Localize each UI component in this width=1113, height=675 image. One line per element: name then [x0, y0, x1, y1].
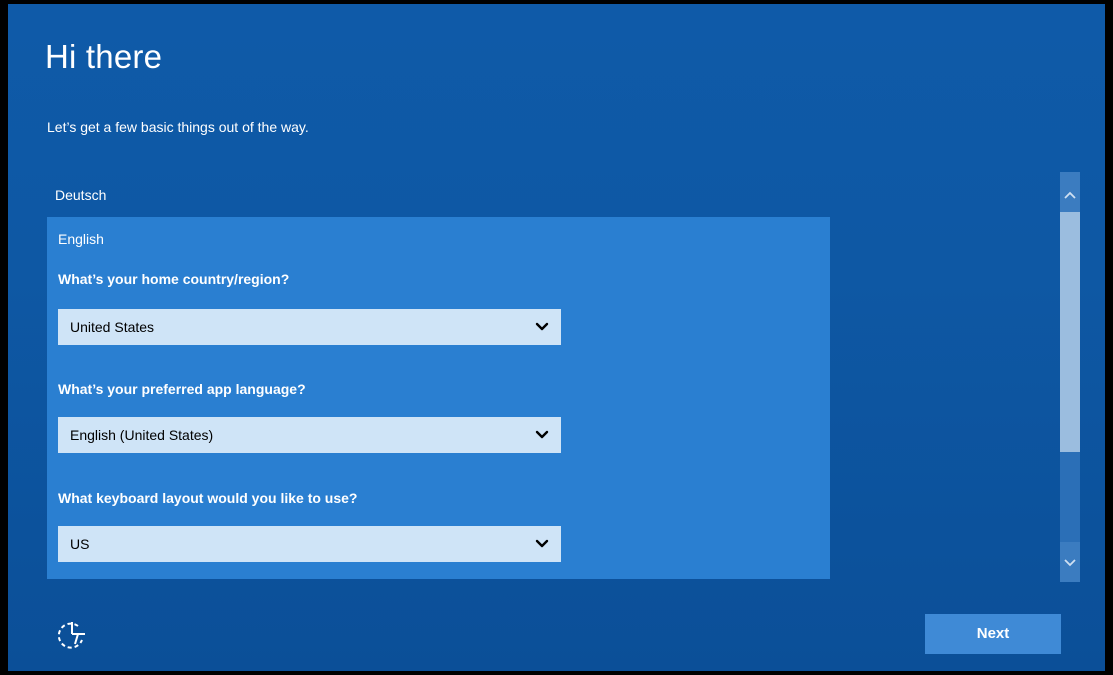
language-item-english-selected[interactable]: English What’s your home country/region?… — [47, 217, 830, 579]
window-frame: Hi there Let’s get a few basic things ou… — [0, 0, 1113, 675]
app-language-question: What’s your preferred app language? — [58, 381, 306, 397]
chevron-down-icon — [1064, 559, 1076, 567]
chevron-down-icon — [535, 430, 549, 439]
page-subtitle: Let’s get a few basic things out of the … — [47, 119, 309, 135]
app-language-dropdown-value: English (United States) — [70, 427, 214, 443]
country-dropdown[interactable]: United States — [58, 309, 561, 345]
language-item-label: Deutsch — [55, 187, 107, 203]
keyboard-dropdown[interactable]: US — [58, 526, 561, 562]
language-item-deutsch[interactable]: Deutsch — [47, 175, 830, 215]
vertical-scrollbar[interactable] — [1060, 172, 1080, 582]
keyboard-dropdown-value: US — [70, 536, 90, 552]
language-list: Deutsch English What’s your home country… — [47, 175, 832, 579]
ease-of-access-icon[interactable] — [52, 614, 92, 654]
app-language-dropdown[interactable]: English (United States) — [58, 417, 561, 453]
country-question: What’s your home country/region? — [58, 271, 290, 287]
chevron-down-icon — [535, 539, 549, 548]
next-button[interactable]: Next — [925, 614, 1061, 654]
setup-screen: Hi there Let’s get a few basic things ou… — [8, 4, 1105, 671]
scrollbar-thumb[interactable] — [1060, 212, 1080, 452]
scroll-down-button[interactable] — [1060, 542, 1080, 582]
country-dropdown-value: United States — [70, 319, 155, 335]
keyboard-question: What keyboard layout would you like to u… — [58, 490, 358, 506]
language-item-label: English — [58, 231, 104, 247]
scroll-up-button[interactable] — [1060, 172, 1080, 212]
page-title: Hi there — [45, 38, 163, 75]
chevron-up-icon — [1064, 191, 1076, 199]
chevron-down-icon — [535, 322, 549, 331]
